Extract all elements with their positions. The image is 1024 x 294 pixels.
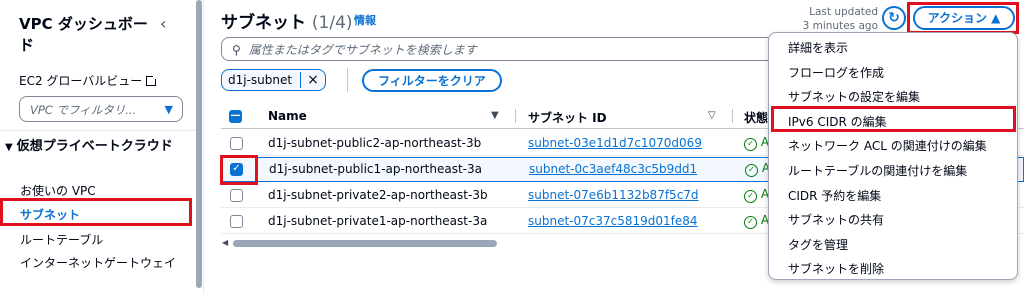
search-icon: ⚲	[232, 43, 241, 57]
status-badge: ✓ A	[744, 187, 769, 203]
last-updated-label: Last updated	[809, 6, 878, 18]
menu-item-edit-network-acl[interactable]: ネットワーク ACL の関連付けの編集	[788, 137, 987, 154]
check-circle-icon: ✓	[744, 138, 757, 151]
sidebar-title: VPC ダッシュボード	[19, 15, 148, 54]
select-all-checkbox[interactable]: —	[229, 110, 242, 123]
refresh-button[interactable]: ↻	[882, 6, 906, 30]
ipv6-highlight-box	[771, 106, 1016, 132]
info-link[interactable]: 情報	[354, 12, 376, 28]
vpc-filter-placeholder: VPC でフィルタリ...	[30, 103, 137, 117]
menu-item-edit-route-table[interactable]: ルートテーブルの関連付けを編集	[788, 162, 967, 179]
sidebar-divider	[0, 130, 200, 131]
sidebar-item-route-tables[interactable]: ルートテーブル	[20, 231, 103, 248]
column-state[interactable]: 状態	[744, 109, 768, 126]
check-circle-icon: ✓	[744, 216, 757, 229]
check-circle-icon: ✓	[744, 190, 757, 203]
sidebar-item-your-vpcs[interactable]: お使いの VPC	[20, 182, 96, 199]
menu-item-share-subnet[interactable]: サブネットの共有	[788, 211, 884, 228]
caret-down-icon: ▼	[164, 103, 173, 116]
sidebar-item-internet-gateways[interactable]: インターネットゲートウェイ	[20, 254, 180, 272]
menu-item-delete-subnet[interactable]: サブネットを削除	[788, 260, 884, 277]
subnet-id-link[interactable]: subnet-03e1d1d7c1070d069	[528, 136, 702, 150]
actions-menu: 詳細を表示 フローログを作成 サブネットの設定を編集 IPv6 CIDR の編集…	[768, 32, 1018, 280]
selection-count: (1/4)	[311, 13, 353, 33]
clear-filters-button[interactable]: フィルターをクリア	[362, 69, 502, 92]
close-icon[interactable]: ×	[300, 72, 319, 88]
subnet-id-link[interactable]: subnet-0c3aef48c3c5b9dd1	[529, 162, 697, 176]
page-title: サブネット (1/4)	[221, 8, 353, 33]
check-circle-icon: ✓	[745, 164, 758, 177]
filter-token-label: d1j-subnet	[228, 73, 293, 87]
ec2-global-view-link[interactable]: EC2 グローバルビュー	[19, 72, 159, 89]
search-placeholder: 属性またはタグでサブネットを検索します	[248, 43, 477, 57]
scroll-left-icon[interactable]: ◀	[222, 238, 228, 247]
menu-item-edit-subnet-settings[interactable]: サブネットの設定を編集	[788, 88, 920, 105]
subnet-name: d1j-subnet-public1-ap-northeast-3a	[269, 162, 482, 176]
last-updated: Last updated 3 minutes ago	[780, 5, 878, 33]
subnet-id-link[interactable]: subnet-07e6b1132b87f5c7d	[528, 188, 699, 202]
sort-icon[interactable]: ▽	[708, 110, 716, 121]
external-link-icon	[146, 74, 159, 86]
horizontal-scrollbar[interactable]	[233, 240, 497, 247]
subnet-id-link[interactable]: subnet-07c37c5819d01fe84	[528, 214, 698, 228]
menu-item-manage-tags[interactable]: タグを管理	[788, 236, 848, 253]
sidebar-section-label: 仮想プライベートクラウド	[16, 139, 173, 154]
last-updated-time: 3 minutes ago	[802, 20, 878, 32]
sort-desc-icon[interactable]: ▼	[491, 110, 499, 121]
sidebar-scrollbar[interactable]	[196, 0, 202, 288]
status-badge: ✓ A	[744, 213, 769, 229]
row-checkbox[interactable]	[230, 137, 243, 150]
vpc-filter-select[interactable]: VPC でフィルタリ... ▼	[19, 96, 183, 122]
page-title-text: サブネット	[221, 13, 306, 33]
actions-highlight-box	[907, 2, 1019, 34]
status-badge: ✓ A	[744, 135, 769, 151]
column-name[interactable]: Name	[268, 109, 307, 123]
subnet-name: d1j-subnet-private1-ap-northeast-3a	[268, 214, 488, 228]
search-input[interactable]: ⚲ 属性またはタグでサブネットを検索します	[221, 37, 781, 61]
column-subnet-id[interactable]: サブネット ID	[528, 109, 607, 126]
menu-item-create-flow-log[interactable]: フローログを作成	[788, 64, 884, 81]
checkbox-highlight-box	[220, 155, 258, 185]
sidebar-section-vpc[interactable]: ▼ 仮想プライベートクラウド	[5, 138, 185, 157]
status-badge: ✓ A	[745, 161, 770, 177]
column-divider	[732, 109, 733, 123]
row-checkbox[interactable]	[230, 215, 243, 228]
subnet-name: d1j-subnet-public2-ap-northeast-3b	[268, 136, 482, 150]
row-checkbox[interactable]	[230, 189, 243, 202]
chevron-left-icon[interactable]: ‹	[160, 14, 166, 33]
caret-down-icon: ▼	[5, 142, 13, 153]
filter-token: d1j-subnet ×	[221, 69, 326, 91]
subnets-highlight-box	[0, 198, 192, 226]
column-divider	[515, 109, 516, 123]
side-navigation: VPC ダッシュボード ‹ EC2 グローバルビュー VPC でフィルタリ...…	[0, 0, 204, 294]
refresh-icon: ↻	[888, 10, 900, 26]
ec2-global-view-label: EC2 グローバルビュー	[19, 74, 143, 88]
menu-item-edit-cidr-reservations[interactable]: CIDR 予約を編集	[788, 187, 881, 204]
subnet-name: d1j-subnet-private2-ap-northeast-3b	[268, 188, 488, 202]
filter-divider	[347, 68, 348, 92]
menu-item-view-details[interactable]: 詳細を表示	[788, 39, 848, 56]
